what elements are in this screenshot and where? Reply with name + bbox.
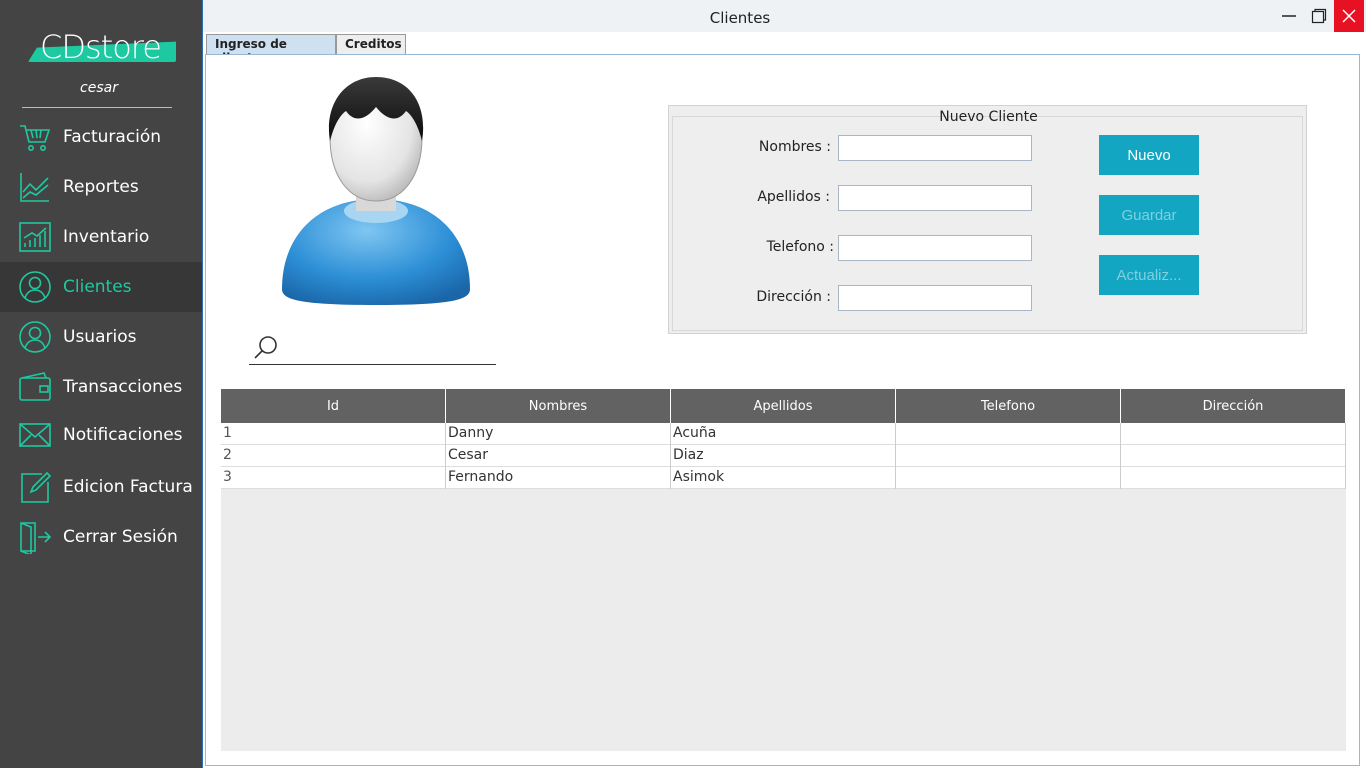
table-body: 1 Danny Acuña 2 Cesar Diaz 3 Fernando As [221,423,1346,489]
sidebar: CDstore cesar Facturación Reportes Inven… [0,0,202,768]
table-cell: 2 [221,445,446,467]
table-header: Id Nombres Apellidos Telefono Dirección [221,389,1346,423]
sidebar-item-label: Inventario [63,227,150,247]
maximize-icon [1311,8,1327,24]
logout-icon [18,520,52,554]
column-header-id[interactable]: Id [221,389,446,423]
sidebar-item-label: Clientes [63,277,132,297]
table-cell [1121,423,1346,445]
table-row[interactable]: 3 Fernando Asimok [221,467,1346,489]
table-cell: Acuña [671,423,896,445]
window-title: Clientes [709,9,771,27]
table-cell: Danny [446,423,671,445]
table-cell [896,467,1121,489]
logo: CDstore [28,28,176,66]
telefono-label: Telefono : [766,239,834,255]
apellidos-field[interactable] [838,185,1032,211]
sidebar-item-label: Reportes [63,177,139,197]
guardar-button[interactable]: Guardar [1099,195,1199,235]
actualizar-button[interactable]: Actualiz... [1099,255,1199,295]
sidebar-item-label: Edicion Factura [63,477,193,497]
chart-icon [18,170,52,204]
direccion-label: Dirección : [756,289,831,305]
table-cell [896,445,1121,467]
cart-icon [18,120,52,154]
minimize-icon [1282,15,1296,17]
table-row[interactable]: 2 Cesar Diaz [221,445,1346,467]
table-cell: 3 [221,467,446,489]
username: cesar [80,80,118,96]
panel-title: Nuevo Cliente [939,109,1038,125]
search-bar [249,330,496,365]
wallet-icon [18,370,52,404]
column-header-apellidos[interactable]: Apellidos [671,389,896,423]
sidebar-item-label: Usuarios [63,327,137,347]
table-cell [896,423,1121,445]
sidebar-item-cerrar-sesion[interactable]: Cerrar Sesión [0,512,202,562]
clientes-window: Clientes Ingreso de clientes Creditos [202,0,1366,768]
maximize-button[interactable] [1304,0,1334,32]
column-header-nombres[interactable]: Nombres [446,389,671,423]
sidebar-item-notificaciones[interactable]: Notificaciones [0,410,202,460]
edit-icon [18,470,52,504]
table-cell [1121,445,1346,467]
logo-text: CDstore [40,28,162,66]
sidebar-item-label: Notificaciones [63,425,183,445]
sidebar-item-facturacion[interactable]: Facturación [0,112,202,162]
nuevo-cliente-panel: Nuevo Cliente Nombres : Apellidos : Tele… [668,105,1307,334]
mail-icon [18,418,52,452]
table-cell: Diaz [671,445,896,467]
search-input[interactable] [285,334,490,360]
sidebar-divider [22,107,172,108]
sidebar-item-label: Facturación [63,127,162,147]
sidebar-item-label: Transacciones [63,377,183,397]
apellidos-label: Apellidos : [757,189,830,205]
table-row[interactable]: 1 Danny Acuña [221,423,1346,445]
close-icon [1342,9,1356,23]
column-header-direccion[interactable]: Dirección [1121,389,1346,423]
inventory-chart-icon [18,220,52,254]
sidebar-item-reportes[interactable]: Reportes [0,162,202,212]
close-button[interactable] [1334,0,1364,32]
table-cell [1121,467,1346,489]
tab-ingreso-de-clientes[interactable]: Ingreso de clientes [206,34,336,65]
title-bar: Clientes [203,0,1366,32]
table-cell: Cesar [446,445,671,467]
table-cell: 1 [221,423,446,445]
avatar [276,77,476,309]
telefono-field[interactable] [838,235,1032,261]
tab-content: Nuevo Cliente Nombres : Apellidos : Tele… [205,54,1360,766]
nuevo-button[interactable]: Nuevo [1099,135,1199,175]
clientes-table: Id Nombres Apellidos Telefono Dirección … [221,389,1346,751]
sidebar-item-inventario[interactable]: Inventario [0,212,202,262]
tab-creditos[interactable]: Creditos [336,34,406,54]
sidebar-item-edicion-factura[interactable]: Edicion Factura [0,462,202,512]
users-circle-icon [18,320,52,354]
user-circle-icon [18,270,52,304]
nombres-label: Nombres : [758,139,831,155]
search-icon [253,334,279,364]
column-header-telefono[interactable]: Telefono [896,389,1121,423]
table-cell: Fernando [446,467,671,489]
minimize-button[interactable] [1274,0,1304,32]
direccion-field[interactable] [838,285,1032,311]
sidebar-item-transacciones[interactable]: Transacciones [0,362,202,412]
sidebar-item-usuarios[interactable]: Usuarios [0,312,202,362]
sidebar-item-clientes[interactable]: Clientes [0,262,202,312]
nombres-field[interactable] [838,135,1032,161]
table-cell: Asimok [671,467,896,489]
sidebar-item-label: Cerrar Sesión [63,527,178,547]
